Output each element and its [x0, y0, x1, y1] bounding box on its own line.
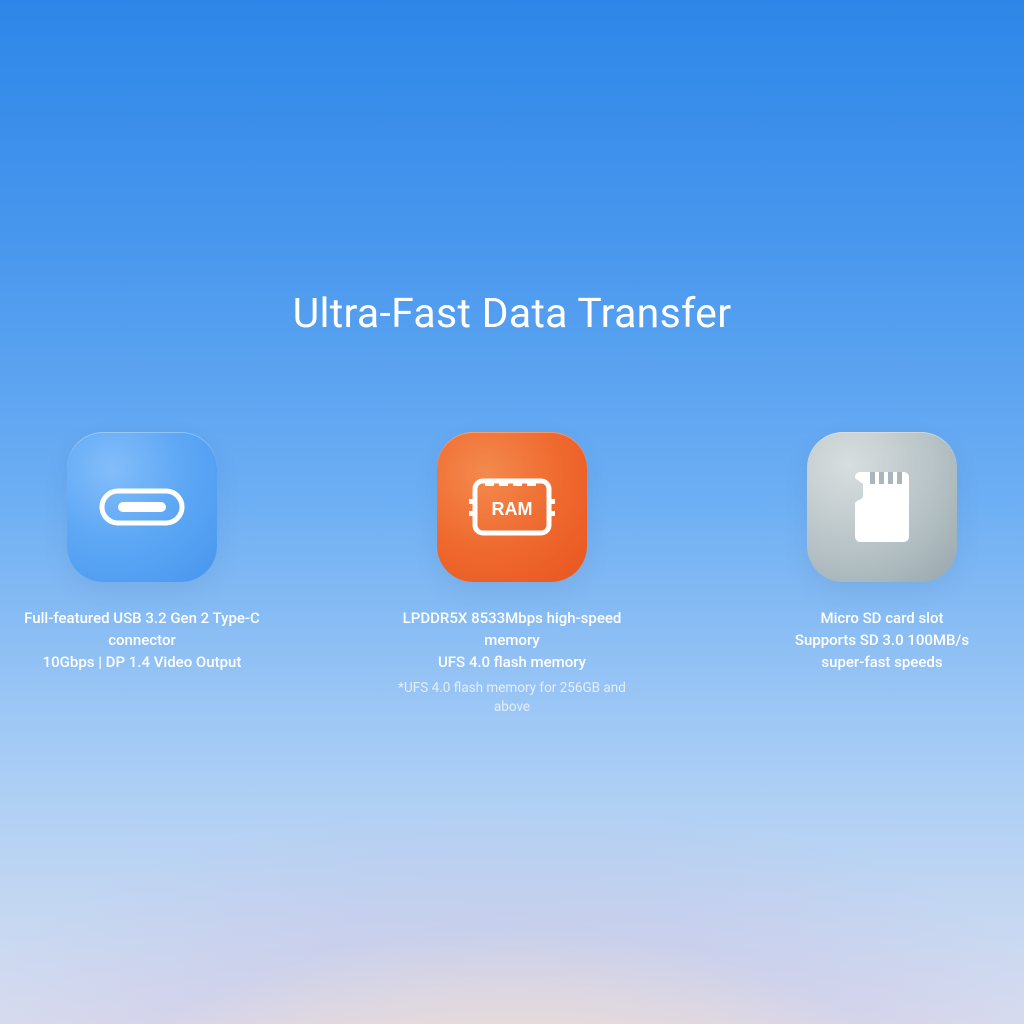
feature-ram-tile: RAM [437, 432, 587, 582]
feature-usb-tile [67, 432, 217, 582]
page-title: Ultra-Fast Data Transfer [0, 290, 1024, 338]
ram-icon: RAM [469, 471, 555, 543]
feature-usb-caption: Full-featured USB 3.2 Gen 2 Type-C conne… [12, 608, 272, 673]
feature-sd: Micro SD card slot Supports SD 3.0 100MB… [752, 432, 1012, 717]
feature-sd-tile [807, 432, 957, 582]
feature-ram-footnote: *UFS 4.0 flash memory for 256GB and abov… [382, 679, 642, 717]
caption-line: Supports SD 3.0 100MB/s [795, 630, 969, 652]
caption-line: super-fast speeds [795, 652, 969, 674]
feature-ram-caption: LPDDR5X 8533Mbps high-speed memory UFS 4… [382, 608, 642, 673]
micro-sd-icon [851, 468, 913, 546]
usb-c-icon [98, 487, 186, 527]
caption-line: Micro SD card slot [795, 608, 969, 630]
feature-usb: Full-featured USB 3.2 Gen 2 Type-C conne… [12, 432, 272, 717]
caption-line: Full-featured USB 3.2 Gen 2 Type-C conne… [12, 608, 272, 652]
caption-line: LPDDR5X 8533Mbps high-speed memory [382, 608, 642, 652]
caption-line: 10Gbps | DP 1.4 Video Output [12, 652, 272, 674]
feature-sd-caption: Micro SD card slot Supports SD 3.0 100MB… [795, 608, 969, 673]
features-row: Full-featured USB 3.2 Gen 2 Type-C conne… [0, 432, 1024, 717]
caption-line: UFS 4.0 flash memory [382, 652, 642, 674]
feature-ram: RAM LPDDR5X 8533Mbps high-speed memory U… [382, 432, 642, 717]
ram-chip-label: RAM [492, 499, 533, 519]
